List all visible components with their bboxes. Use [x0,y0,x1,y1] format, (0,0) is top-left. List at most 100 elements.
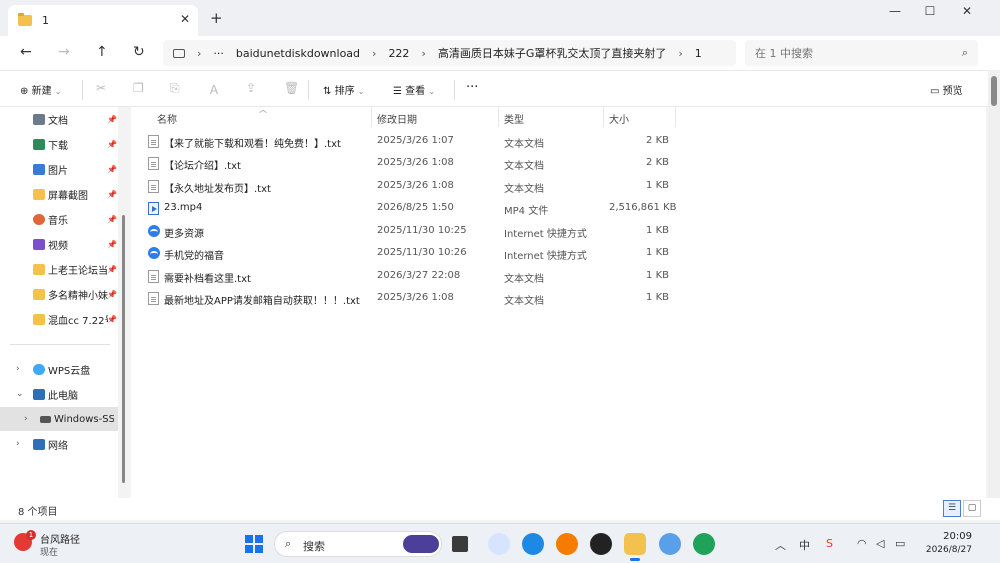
tab-current[interactable]: 1 ✕ [8,5,198,36]
windows-start-icon[interactable] [245,535,263,553]
column-divider[interactable] [603,107,604,127]
sidebar-item-label: 混血cc 7.22号 [48,315,108,327]
view-button[interactable]: ☰ 查看 ⌄ [393,82,435,97]
column-header-name[interactable]: 名称 [157,111,177,126]
chevron-right-icon[interactable]: › [24,414,28,424]
sidebar-item-folder[interactable]: 多名精神小妹 📌 [0,282,118,306]
back-arrow-icon[interactable]: ← [20,44,32,60]
sogou-ime-icon[interactable]: S [826,537,833,550]
preview-button[interactable]: ▭ 预览 [930,82,963,97]
table-row[interactable]: 【来了就能下载和观看！纯免费！】.txt 2025/3/26 1:07 文本文档… [131,131,691,153]
window-scrollbar[interactable] [988,70,1000,520]
column-divider[interactable] [675,107,676,127]
plus-circle-icon: ⊕ [20,86,29,97]
chevron-right-icon[interactable]: › [16,439,20,449]
details-view-icon[interactable]: ☰ [943,500,961,517]
file-type: 文本文档 [504,184,544,195]
column-divider[interactable] [498,107,499,127]
up-arrow-icon[interactable]: ↑ [96,44,108,60]
volume-icon[interactable]: ◁ [876,537,884,550]
delete-icon[interactable]: 🗑 [284,81,299,95]
file-date: 2026/3/27 22:08 [377,270,461,281]
app-icon[interactable] [488,533,510,555]
app-icon[interactable] [659,533,681,555]
app-icon[interactable] [522,533,544,555]
file-explorer-icon[interactable] [624,533,646,561]
more-options-button[interactable]: ··· [466,80,478,95]
app-icon[interactable] [556,533,578,555]
new-tab-button[interactable]: + [210,9,223,27]
maximize-button[interactable]: ☐ [912,4,948,18]
breadcrumb-item[interactable]: 222 [388,47,409,60]
minimize-button[interactable]: — [877,4,913,18]
column-divider[interactable] [371,107,372,127]
paste-icon[interactable]: ⎘ [170,81,180,96]
sidebar-item-videos[interactable]: 视频 📌 [0,232,118,256]
taskbar-search[interactable]: ⌕ 搜索 [274,531,442,557]
sidebar-item-this-pc[interactable]: ⌄ 此电脑 [0,382,118,406]
sort-button[interactable]: ⇅ 排序 ⌄ [323,82,364,97]
table-row[interactable]: 更多资源 2025/11/30 10:25 Internet 快捷方式 1 KB [131,221,691,243]
table-row[interactable]: 【永久地址发布页】.txt 2025/3/26 1:08 文本文档 1 KB [131,176,691,198]
battery-icon[interactable]: ▭ [895,537,905,550]
sidebar-item-folder[interactable]: 混血cc 7.22号 📌 [0,307,118,331]
clock-time[interactable]: 20:09 [930,531,972,542]
refresh-icon[interactable]: ↻ [133,44,145,60]
file-size: 1 KB [646,270,669,281]
close-window-button[interactable]: ✕ [949,4,985,18]
clock-date[interactable]: 2026/8/27 [920,545,972,555]
column-header-type[interactable]: 类型 [504,111,524,126]
chevron-down-icon[interactable]: ⌄ [16,389,24,399]
sidebar-item-music[interactable]: 音乐 📌 [0,207,118,231]
pin-icon: 📌 [107,264,117,274]
file-name: 需要补档看这里.txt [164,274,251,285]
pin-icon: 📌 [107,239,117,249]
breadcrumb-item[interactable]: 1 [695,47,702,60]
qq-icon[interactable] [590,533,612,555]
scrollbar-thumb[interactable] [991,76,997,106]
toolbar-divider [454,80,455,100]
search-input[interactable] [745,40,935,66]
address-bar[interactable]: › ··· baidunetdiskdownload › 222 › 高清画质日… [163,40,736,66]
sidebar-item-pictures[interactable]: 图片 📌 [0,157,118,181]
column-header-date[interactable]: 修改日期 [377,111,417,126]
chevron-right-icon: › [197,46,202,60]
table-row[interactable]: 最新地址及APP请发邮箱自动获取！！！.txt 2025/3/26 1:08 文… [131,288,691,310]
overflow-icon[interactable]: ··· [213,47,224,60]
wifi-icon[interactable]: ◠ [857,537,867,550]
share-icon[interactable]: ⇪ [246,81,256,95]
file-size: 1 KB [646,292,669,303]
preview-button-label: 预览 [942,86,963,97]
column-header-size[interactable]: 大小 [609,111,629,126]
sidebar-scrollbar[interactable] [122,215,125,483]
breadcrumb-item[interactable]: 高清画质日本妹子G罩杯乳交太顶了直接夹射了 [438,45,667,61]
cut-icon[interactable]: ✂ [96,81,106,95]
table-row[interactable]: 【论坛介绍】.txt 2025/3/26 1:08 文本文档 2 KB [131,153,691,175]
search-icon[interactable]: ⌕ [962,46,968,60]
sidebar-item-documents[interactable]: 文档 📌 [0,107,118,131]
file-type: Internet 快捷方式 [504,251,587,262]
tiles-view-icon[interactable]: ▢ [963,500,981,517]
sidebar-item-wps-cloud[interactable]: › WPS云盘 [0,357,118,381]
table-row[interactable]: 手机党的福音 2025/11/30 10:26 Internet 快捷方式 1 … [131,243,691,265]
sidebar-item-screenshots[interactable]: 屏幕截图 📌 [0,182,118,206]
copy-icon[interactable]: ❐ [133,81,144,95]
file-type: 文本文档 [504,139,544,150]
music-icon [33,213,45,225]
sidebar-item-windows-ssd[interactable]: › Windows-SSD [0,407,118,431]
breadcrumb-item[interactable]: baidunetdiskdownload [236,47,360,60]
edge-browser-icon[interactable] [693,533,715,555]
sidebar-item-network[interactable]: › 网络 [0,432,118,456]
chevron-up-icon[interactable]: ︿ [775,537,786,553]
table-row[interactable]: 23.mp4 2026/8/25 1:50 MP4 文件 2,516,861 K… [131,198,691,220]
sidebar-item-folder[interactable]: 上老王论坛当 📌 [0,257,118,281]
tab-close-button[interactable]: ✕ [180,12,190,26]
chevron-right-icon[interactable]: › [16,364,20,374]
task-view-icon[interactable] [452,536,468,552]
table-row[interactable]: 需要补档看这里.txt 2026/3/27 22:08 文本文档 1 KB [131,266,691,288]
ime-indicator[interactable]: 中 [799,537,810,553]
rename-icon[interactable]: Ａ [208,81,220,98]
forward-arrow-icon[interactable]: → [58,44,70,60]
new-button[interactable]: ⊕ 新建 ⌄ [20,82,61,97]
sidebar-item-downloads[interactable]: 下载 📌 [0,132,118,156]
